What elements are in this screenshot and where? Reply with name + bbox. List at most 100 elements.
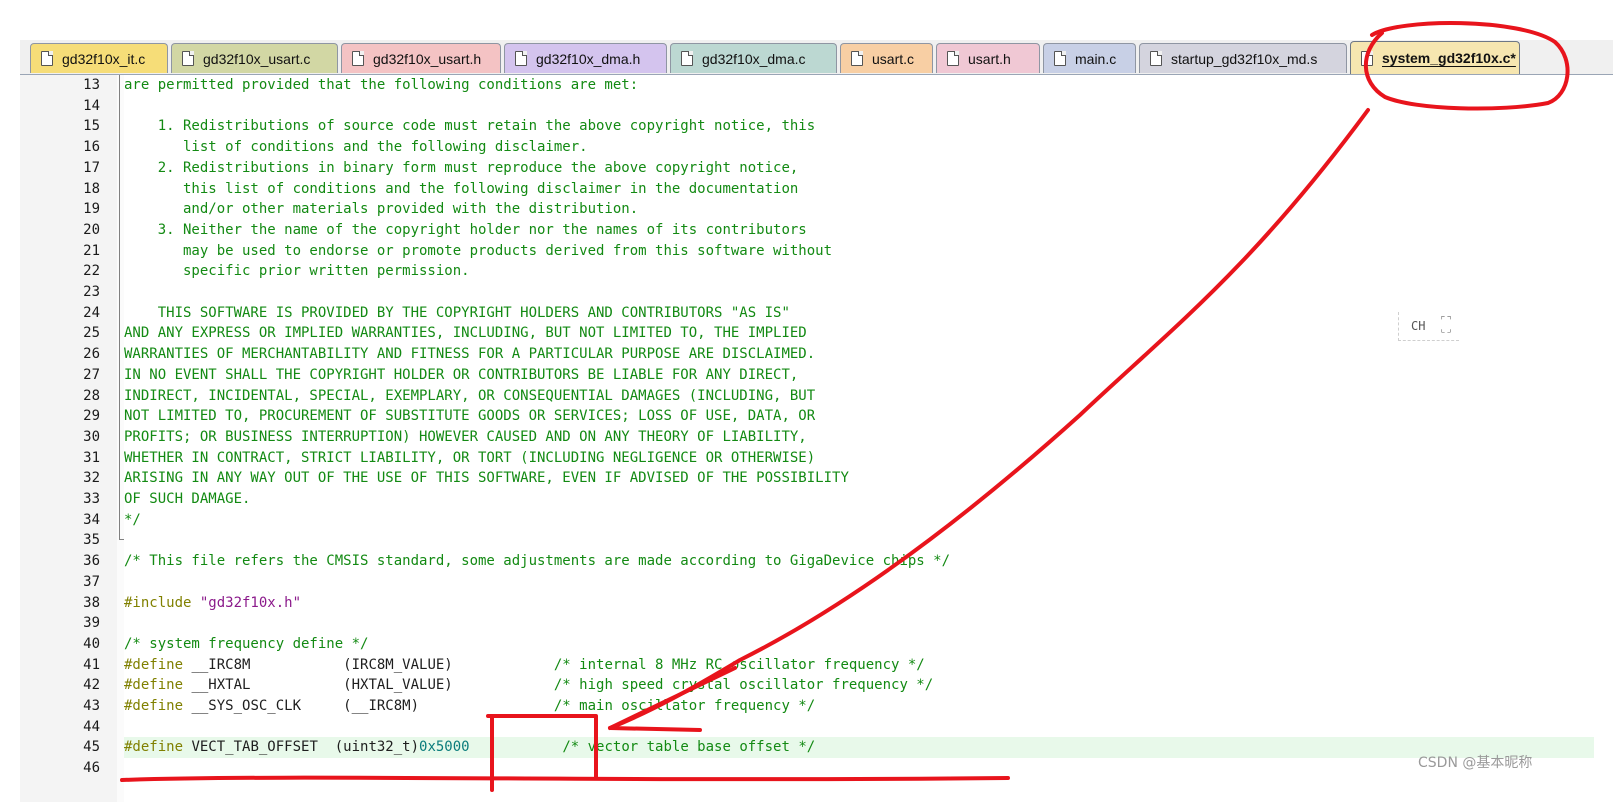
code-line[interactable]: 18 this list of conditions and the follo… [20, 179, 1613, 200]
code-line[interactable]: 42 #define __HXTAL (HXTAL_VALUE) /* high … [20, 675, 1613, 696]
tab-label: main.c [1075, 50, 1117, 67]
code-token-com: /* This file refers the CMSIS standard, … [124, 553, 951, 570]
tab-gd32f10x-usart-c[interactable]: gd32f10x_usart.c [171, 43, 338, 73]
tab-main-c[interactable]: main.c [1043, 43, 1136, 73]
code-text[interactable]: are permitted provided that the followin… [124, 75, 638, 96]
code-line[interactable]: 37 [20, 572, 1613, 593]
code-text[interactable]: #define VECT_TAB_OFFSET (uint32_t)0x5000… [124, 737, 1594, 759]
code-text[interactable]: IN NO EVENT SHALL THE COPYRIGHT HOLDER O… [124, 365, 798, 386]
line-number: 35 [83, 532, 100, 549]
code-line[interactable]: 19 and/or other materials provided with … [20, 199, 1613, 220]
code-text[interactable]: ARISING IN ANY WAY OUT OF THE USE OF THI… [124, 468, 849, 489]
code-line[interactable]: 46 [20, 758, 1613, 779]
code-line[interactable]: 23 [20, 282, 1613, 303]
code-line[interactable]: 39 [20, 613, 1613, 634]
code-token-com: this list of conditions and the followin… [124, 180, 799, 197]
tab-gd32f10x-dma-c[interactable]: gd32f10x_dma.c [670, 43, 837, 73]
code-text[interactable]: WARRANTIES OF MERCHANTABILITY AND FITNES… [124, 344, 815, 365]
code-line[interactable]: 32 ARISING IN ANY WAY OUT OF THE USE OF T… [20, 468, 1613, 489]
code-line[interactable]: 43 #define __SYS_OSC_CLK (__IRC8M) /* mai… [20, 696, 1613, 717]
line-number: 40 [83, 635, 100, 652]
code-text[interactable]: /* system frequency define */ [124, 634, 368, 655]
code-line[interactable]: 44 [20, 717, 1613, 738]
code-text[interactable]: /* This file refers the CMSIS standard, … [124, 551, 950, 572]
code-line[interactable]: 41 #define __IRC8M (IRC8M_VALUE) /* inter… [20, 655, 1613, 676]
code-text[interactable]: NOT LIMITED TO, PROCUREMENT OF SUBSTITUT… [124, 406, 815, 427]
tab-gd32f10x-it-c[interactable]: gd32f10x_it.c [30, 43, 168, 73]
file-icon [1361, 50, 1373, 66]
code-token-txt: __IRC8M (IRC8M_VALUE) [191, 656, 554, 673]
code-text[interactable]: may be used to endorse or promote produc… [124, 241, 832, 262]
code-text[interactable]: #define __IRC8M (IRC8M_VALUE) /* interna… [124, 655, 925, 676]
code-token-pre: #define [124, 656, 192, 673]
code-token-pre: #define [124, 698, 192, 714]
code-text[interactable]: #include "gd32f10x.h" [124, 593, 301, 614]
code-token-com: 3. Neither the name of the copyright hol… [124, 221, 807, 238]
code-editor[interactable]: 13 are permitted provided that the follow… [20, 75, 1613, 802]
code-text[interactable]: 1. Redistributions of source code must r… [124, 116, 815, 137]
code-token-com: 1. Redistributions of source code must r… [124, 118, 816, 135]
tab-usart-c[interactable]: usart.c [840, 43, 933, 73]
window-top-margin [0, 0, 1613, 40]
line-number: 29 [83, 408, 100, 425]
file-icon [182, 51, 194, 66]
code-line[interactable]: 36 /* This file refers the CMSIS standard… [20, 551, 1613, 572]
line-number: 37 [83, 573, 100, 590]
code-line[interactable]: 27 IN NO EVENT SHALL THE COPYRIGHT HOLDER… [20, 365, 1613, 386]
tab-usart-h[interactable]: usart.h [936, 43, 1040, 73]
code-token-com: /* system frequency define */ [124, 635, 369, 652]
code-line[interactable]: 24 THIS SOFTWARE IS PROVIDED BY THE COPY… [20, 303, 1613, 324]
code-line[interactable]: 33 OF SUCH DAMAGE. [20, 489, 1613, 510]
code-line[interactable]: 34 */ [20, 510, 1613, 531]
code-line[interactable]: 21 may be used to endorse or promote pro… [20, 241, 1613, 262]
code-line[interactable]: 22 specific prior written permission. [20, 261, 1613, 282]
line-number: 28 [83, 387, 100, 404]
code-text[interactable]: list of conditions and the following dis… [124, 137, 588, 158]
code-line[interactable]: 15 1. Redistributions of source code mus… [20, 116, 1613, 137]
tab-label: gd32f10x_it.c [62, 50, 146, 67]
file-icon [947, 51, 959, 66]
code-line[interactable]: 31 WHETHER IN CONTRACT, STRICT LIABILITY,… [20, 448, 1613, 469]
code-text[interactable]: */ [124, 510, 141, 531]
code-text[interactable]: INDIRECT, INCIDENTAL, SPECIAL, EXEMPLARY… [124, 386, 815, 407]
code-text[interactable]: and/or other materials provided with the… [124, 199, 638, 220]
tab-gd32f10x-dma-h[interactable]: gd32f10x_dma.h [504, 43, 667, 73]
code-line[interactable]: 29 NOT LIMITED TO, PROCUREMENT OF SUBSTIT… [20, 406, 1613, 427]
code-line[interactable]: 20 3. Neither the name of the copyright … [20, 220, 1613, 241]
code-line[interactable]: 25 AND ANY EXPRESS OR IMPLIED WARRANTIES,… [20, 323, 1613, 344]
line-number: 22 [83, 263, 100, 280]
code-line[interactable]: 35 [20, 530, 1613, 551]
code-line[interactable]: 17 2. Redistributions in binary form mus… [20, 158, 1613, 179]
code-text[interactable]: 2. Redistributions in binary form must r… [124, 158, 799, 179]
code-line[interactable]: 40 /* system frequency define */ [20, 634, 1613, 655]
tab-system-gd32f10x-c[interactable]: system_gd32f10x.c* [1350, 41, 1520, 74]
code-line[interactable]: 26 WARRANTIES OF MERCHANTABILITY AND FITN… [20, 344, 1613, 365]
code-text[interactable]: WHETHER IN CONTRACT, STRICT LIABILITY, O… [124, 448, 815, 469]
code-line[interactable]: 45 #define VECT_TAB_OFFSET (uint32_t)0x50… [20, 737, 1613, 759]
code-line[interactable]: 38 #include "gd32f10x.h" [20, 593, 1613, 614]
code-text[interactable]: #define __SYS_OSC_CLK (__IRC8M) /* main … [124, 696, 815, 717]
line-number: 33 [83, 491, 100, 507]
tab-label: gd32f10x_usart.c [203, 50, 311, 67]
code-line[interactable]: 30 PROFITS; OR BUSINESS INTERRUPTION) HOW… [20, 427, 1613, 448]
code-text[interactable]: OF SUCH DAMAGE. [124, 489, 250, 510]
code-token-com: /* vector table base offset */ [562, 739, 816, 756]
tab-startup-gd32f10x-md-s[interactable]: startup_gd32f10x_md.s [1139, 43, 1347, 73]
code-line[interactable]: 28 INDIRECT, INCIDENTAL, SPECIAL, EXEMPLA… [20, 386, 1613, 407]
code-text[interactable]: THIS SOFTWARE IS PROVIDED BY THE COPYRIG… [124, 303, 790, 324]
code-text[interactable]: this list of conditions and the followin… [124, 179, 798, 200]
code-text[interactable]: 3. Neither the name of the copyright hol… [124, 220, 807, 241]
file-icon [851, 51, 863, 66]
code-token-num: 0x5000 [419, 739, 470, 756]
ime-indicator: CH ⌜⌝ ⌞⌟ [1398, 312, 1459, 341]
code-text[interactable]: AND ANY EXPRESS OR IMPLIED WARRANTIES, I… [124, 323, 807, 344]
tab-gd32f10x-usart-h[interactable]: gd32f10x_usart.h [341, 43, 501, 73]
tab-label: gd32f10x_dma.h [536, 50, 641, 67]
code-line[interactable]: 14 [20, 96, 1613, 117]
code-text[interactable]: specific prior written permission. [124, 261, 470, 282]
code-text[interactable]: #define __HXTAL (HXTAL_VALUE) /* high sp… [124, 675, 933, 696]
code-text[interactable]: PROFITS; OR BUSINESS INTERRUPTION) HOWEV… [124, 427, 807, 448]
code-line[interactable]: 13 are permitted provided that the follow… [20, 75, 1613, 96]
code-line[interactable]: 16 list of conditions and the following … [20, 137, 1613, 158]
